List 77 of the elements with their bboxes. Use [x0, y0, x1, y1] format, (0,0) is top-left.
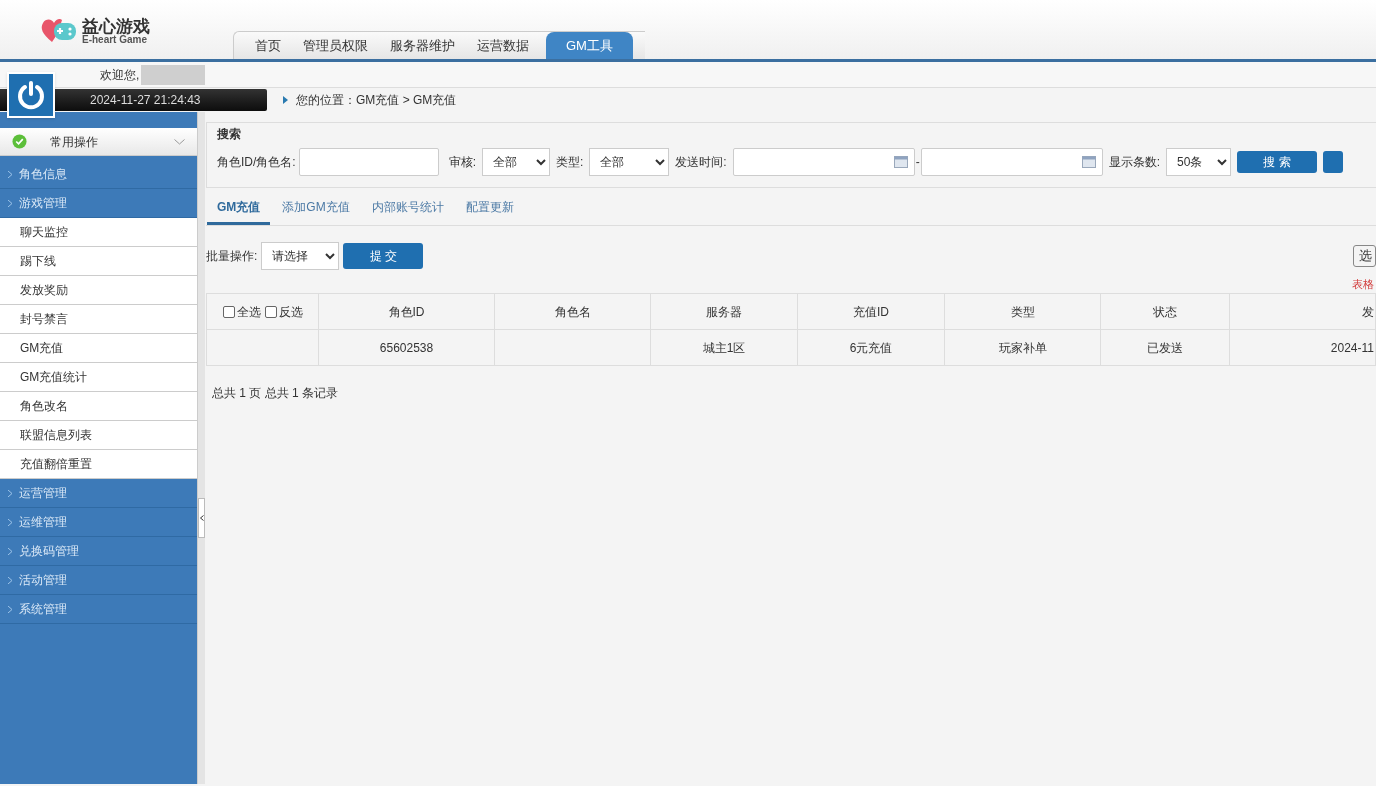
power-button[interactable] [7, 72, 55, 118]
end-date-field[interactable] [920, 148, 1103, 176]
pager-text: 总共 1 页 总共 1 条记录 [212, 385, 339, 402]
column-header: 发 [1362, 304, 1374, 319]
select-all-label: 全选 [236, 303, 261, 321]
nav-tab[interactable]: GM工具 [546, 32, 633, 59]
column-header: 角色ID [388, 304, 425, 319]
column-header: 状态 [1153, 304, 1177, 319]
sidebar-item[interactable]: 封号禁言 [0, 305, 197, 334]
checkbox[interactable] [222, 305, 235, 318]
caret-icon [8, 605, 13, 613]
logo-title: 益心游戏 [82, 18, 150, 35]
column-header: 服务器 [706, 304, 742, 319]
column-header: 类型 [1010, 304, 1035, 319]
submit-button[interactable]: 提 交 [343, 243, 424, 269]
content-tab[interactable]: 添加GM充值 [272, 192, 360, 225]
table-cell: 城主1区 [702, 340, 746, 355]
logo-subtitle: E-heart Game [82, 35, 148, 45]
batch-select[interactable]: 请选择 [261, 242, 340, 270]
review-select[interactable]: 全部 [482, 148, 550, 176]
breadcrumb: 您的位置：GM充值 > GM充值 [296, 92, 457, 109]
caret-icon [8, 170, 13, 178]
type-select[interactable]: 全部 [589, 148, 670, 176]
check-circle-icon [12, 134, 27, 149]
content-tab[interactable]: 配置更新 [455, 192, 524, 225]
redacted-username [141, 64, 206, 85]
count-select[interactable]: 50条 [1166, 148, 1232, 176]
calendar-icon[interactable] [1081, 156, 1096, 168]
role-input[interactable] [298, 148, 439, 176]
table-cell: 已发送 [1147, 340, 1183, 355]
nav-tab[interactable]: 服务器维护 [379, 32, 466, 59]
caret-icon [8, 547, 13, 555]
collapse-handle[interactable] [198, 498, 205, 538]
button[interactable] [1323, 151, 1344, 173]
power-icon[interactable] [15, 79, 47, 111]
type-label: 类型: [556, 154, 584, 171]
table-cell: 2024-11 [1330, 340, 1374, 355]
nav-tab[interactable]: 首页 [244, 32, 292, 59]
nav-tab[interactable]: 运营数据 [466, 32, 540, 59]
table-cell: 玩家补单 [998, 340, 1047, 355]
role-label: 角色ID/角色名: [217, 154, 296, 171]
caret-icon [8, 489, 13, 497]
search-button[interactable]: 搜 索 [1237, 151, 1318, 173]
sidebar-item[interactable]: 联盟信息列表 [0, 421, 197, 450]
sidebar-item[interactable]: GM充值统计 [0, 363, 197, 392]
sidebar-header-label: 常用操作 [50, 133, 98, 151]
nav-tab[interactable]: 管理员权限 [292, 32, 379, 59]
table-cell: 65602538 [379, 340, 434, 355]
content-tab[interactable]: GM充值 [207, 192, 271, 225]
sidebar-item[interactable]: 充值翻倍重置 [0, 450, 197, 479]
range-separator: - [915, 154, 920, 171]
calendar-icon[interactable] [893, 156, 908, 168]
arrow-icon [283, 96, 288, 104]
content-tab[interactable]: 内部账号统计 [361, 192, 454, 225]
checkbox[interactable] [264, 305, 277, 318]
review-label: 审核: [448, 154, 476, 171]
chevron-down-icon [174, 138, 185, 145]
column-header: 角色名 [554, 304, 591, 319]
search-title: 搜索 [217, 126, 242, 143]
invert-label: 反选 [278, 303, 303, 321]
batch-label: 批量操作: [206, 248, 258, 265]
select-button[interactable]: 选 [1353, 245, 1376, 267]
caret-icon [8, 576, 13, 584]
start-date-field[interactable] [732, 148, 915, 176]
sidebar-item[interactable]: 发放奖励 [0, 276, 197, 305]
time-label: 发送时间: [675, 154, 727, 171]
caret-icon [8, 518, 13, 526]
note-text: 表格 [1352, 276, 1375, 292]
column-header: 充值ID [853, 304, 889, 319]
sidebar-item[interactable]: GM充值 [0, 334, 197, 363]
count-label: 显示条数: [1108, 154, 1161, 171]
welcome-text: 欢迎您, [100, 66, 140, 84]
sidebar-item[interactable]: 踢下线 [0, 247, 197, 276]
sidebar-item[interactable]: 聊天监控 [0, 218, 197, 247]
table-cell: 6元充值 [849, 340, 893, 355]
caret-icon [8, 199, 13, 207]
sidebar-item[interactable]: 角色改名 [0, 392, 197, 421]
